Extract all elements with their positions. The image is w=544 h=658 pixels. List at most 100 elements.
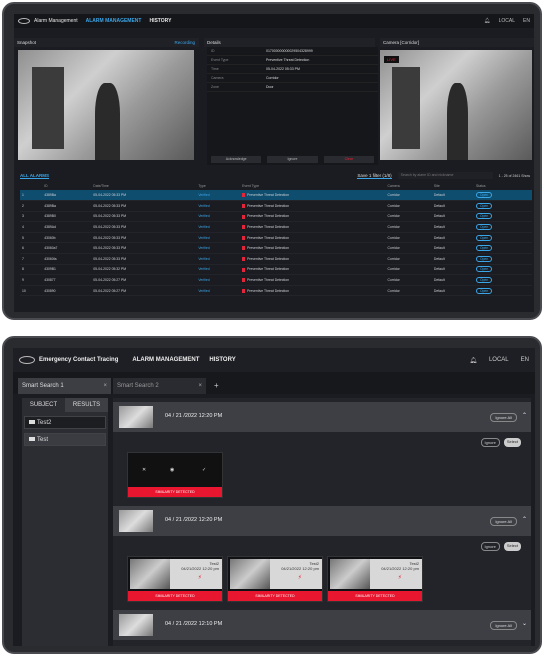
close-icon[interactable]: ×	[103, 378, 107, 394]
result-card[interactable]: Test2 04/21/2022 12:20 pm ⚡ SIMILARITY DE…	[127, 556, 223, 602]
detail-key: Zone	[211, 85, 219, 89]
col-status[interactable]: Status	[474, 182, 532, 190]
col-site[interactable]: Site	[432, 182, 474, 190]
row-site: Default	[431, 232, 474, 244]
row-event-type: Preventive Threat Detection	[240, 274, 386, 286]
row-site: Default	[431, 200, 474, 212]
pagination[interactable]: 1 - 25 of 2461 Show	[499, 174, 530, 178]
table-row[interactable]: 4 4389Ad 05-04-2022 05:33 PM Verified Preven…	[20, 221, 532, 233]
open-status-button[interactable]: Open	[476, 224, 493, 231]
group-actions: Ignore Select	[480, 438, 521, 447]
table-row[interactable]: 2 4389Ba 05-04-2022 05:33 PM Verified Preven…	[20, 200, 532, 212]
bell-icon[interactable]: 🔔︎	[484, 18, 490, 24]
chevron-up-icon[interactable]: ⌃	[522, 516, 527, 523]
alarm-search-input[interactable]: Search by alarm ID and nickname	[397, 172, 493, 179]
nav-alarm-management[interactable]: ALARM MANAGEMENT	[86, 18, 142, 24]
result-group[interactable]: 04 / 21 /2022 12:20 PM Ignore All ⌃	[113, 506, 531, 536]
tab-smart-search-2[interactable]: Smart Search 2 ×	[113, 378, 206, 394]
nav-history[interactable]: HISTORY	[209, 357, 235, 363]
open-status-button[interactable]: Open	[476, 234, 493, 241]
select-button[interactable]: Select	[503, 542, 521, 551]
result-card[interactable]: ✕ ◉ ✓ SIMILARITY DETECTED	[127, 452, 223, 498]
row-datetime: 05-04-2022 05:33 PM	[91, 200, 197, 212]
row-datetime: 05-04-2022 05:33 PM	[91, 190, 197, 202]
result-card[interactable]: Test2 04/21/2022 12:20 pm ⚡ SIMILARITY DE…	[327, 556, 423, 602]
acknowledge-button[interactable]: Acknowledge	[211, 156, 262, 163]
live-badge: LIVE	[384, 56, 399, 63]
nav-history[interactable]: HISTORY	[149, 18, 171, 24]
snapshot-person	[95, 83, 121, 160]
table-row[interactable]: 5 43060b 05-04-2022 05:33 PM Verified Preven…	[20, 232, 532, 244]
ignore-button[interactable]: Ignore	[267, 156, 318, 163]
alarm-toolbar: ALL ALARMS Save 1 filter (1/8) Search by…	[20, 171, 530, 180]
open-status-button[interactable]: Open	[476, 245, 493, 252]
table-row[interactable]: 10 430890 05-04-2022 05:27 PM Verified Preve…	[20, 285, 532, 297]
row-index: 10	[20, 285, 43, 297]
live-camera-image: LIVE	[380, 50, 532, 160]
ignore-all-button[interactable]: Ignore All	[490, 621, 517, 630]
row-status: Open	[474, 285, 532, 297]
clear-button[interactable]: Clear	[323, 156, 374, 163]
ignore-button[interactable]: Ignore	[480, 438, 500, 447]
open-status-button[interactable]: Open	[476, 213, 493, 220]
row-id: 43060a7	[42, 242, 92, 255]
open-status-button[interactable]: Open	[476, 266, 493, 273]
add-tab-icon[interactable]: +	[214, 378, 219, 394]
open-status-button[interactable]: Open	[476, 192, 493, 199]
table-row[interactable]: 6 43060a7 05-04-2022 05:33 PM Verified Preve…	[20, 242, 532, 255]
language-selector[interactable]: EN	[523, 18, 530, 24]
row-type: Verified	[196, 200, 241, 212]
row-index: 1	[20, 190, 43, 202]
table-row[interactable]: 3 4389B0 05-04-2022 05:33 PM Verified Preven…	[20, 211, 532, 223]
eye-icon[interactable]: ◉	[170, 467, 174, 473]
ignore-all-button[interactable]: Ignore All	[490, 413, 517, 422]
row-type: Verified	[196, 253, 241, 265]
local-selector[interactable]: LOCAL	[499, 18, 515, 24]
ignore-all-button[interactable]: Ignore All	[490, 517, 517, 526]
language-selector[interactable]: EN	[521, 357, 529, 363]
col-id[interactable]: ID	[42, 182, 91, 190]
tab-results[interactable]: RESULTS	[65, 398, 108, 412]
table-row[interactable]: 8 4309B1 05-04-2022 05:32 PM Verified Preven…	[20, 264, 532, 276]
table-row[interactable]: 9 430877 05-04-2022 05:27 PM Verified Preven…	[20, 274, 532, 286]
bell-icon[interactable]: 🔔︎	[469, 357, 477, 364]
result-group[interactable]: 04 / 21 /2022 12:10 PM Ignore All ⌄	[113, 610, 531, 640]
row-camera: Corridor	[385, 274, 432, 286]
subject-item-test2[interactable]: Test2	[24, 416, 106, 429]
row-status: Open	[474, 190, 532, 202]
chevron-up-icon[interactable]: ⌃	[522, 412, 527, 419]
row-id: 430877	[42, 274, 92, 286]
row-datetime: 05-04-2022 05:27 PM	[91, 285, 197, 297]
close-icon[interactable]: ✕	[142, 467, 146, 473]
open-status-button[interactable]: Open	[476, 255, 493, 262]
col-type[interactable]: Type	[196, 182, 240, 190]
tab-smart-search-1[interactable]: Smart Search 1 ×	[18, 378, 111, 394]
card-time: 04/21/2022 12:20 pm	[281, 566, 319, 571]
select-button[interactable]: Select	[503, 438, 521, 447]
col-camera[interactable]: Camera	[386, 182, 432, 190]
ignore-button[interactable]: Ignore	[480, 542, 500, 551]
open-status-button[interactable]: Open	[476, 202, 493, 209]
row-type: Verified	[196, 264, 241, 276]
snapshot-title: Snapshot	[17, 40, 37, 45]
col-datetime[interactable]: Date/Time	[91, 182, 196, 190]
table-row[interactable]: 1 4389Ba 05-04-2022 05:33 PM Verified Preven…	[20, 190, 532, 202]
chevron-down-icon[interactable]: ⌄	[522, 620, 527, 627]
save-filter-button[interactable]: Save 1 filter (1/8)	[357, 173, 392, 179]
nav-alarm-management[interactable]: ALARM MANAGEMENT	[132, 357, 199, 363]
alert-icon	[242, 288, 246, 293]
local-selector[interactable]: LOCAL	[489, 357, 509, 363]
tab-subject[interactable]: SUBJECT	[22, 398, 65, 412]
close-icon[interactable]: ×	[198, 378, 202, 394]
result-card[interactable]: Test2 04/21/2022 12:20 pm ⚡ SIMILARITY DE…	[227, 556, 323, 602]
alert-icon	[242, 203, 246, 208]
col-event-type[interactable]: Event Type	[240, 182, 385, 190]
all-alarms-tab[interactable]: ALL ALARMS	[20, 173, 49, 179]
result-group[interactable]: 04 / 21 /2022 12:20 PM Ignore All ⌃	[113, 402, 531, 432]
alert-icon	[242, 235, 246, 240]
open-status-button[interactable]: Open	[476, 277, 493, 284]
open-status-button[interactable]: Open	[476, 287, 493, 294]
subject-item-test[interactable]: Test	[24, 433, 106, 446]
check-icon[interactable]: ✓	[202, 467, 206, 473]
table-row[interactable]: 7 43060fa 05-04-2022 05:33 PM Verified Preve…	[20, 253, 532, 265]
